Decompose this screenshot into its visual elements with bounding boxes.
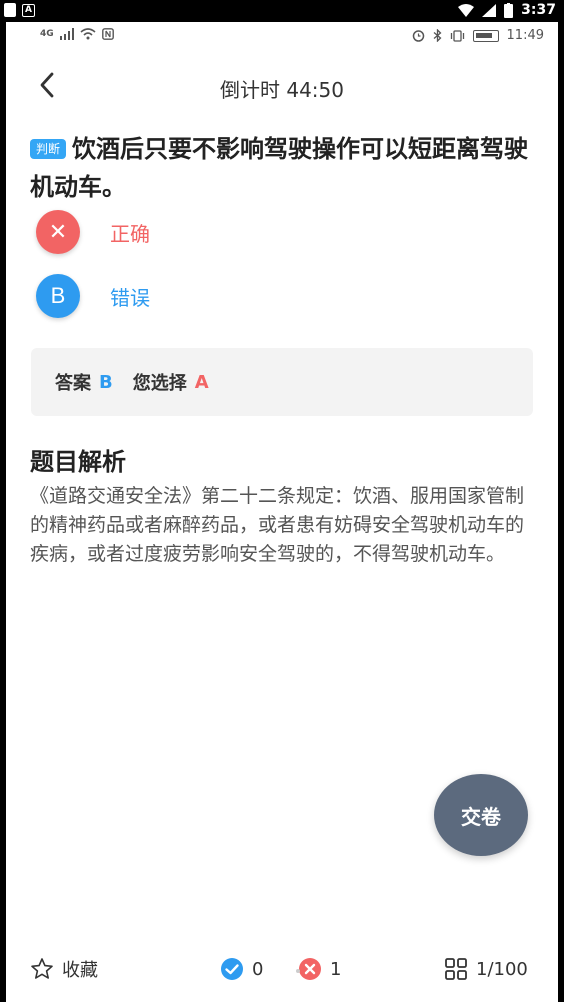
question-grid-button[interactable]: 1/100 [444,952,528,986]
chosen-answer-value: A [194,371,209,393]
header: 倒计时 44:50 [6,66,558,106]
submit-exam-button[interactable]: 交卷 [434,774,528,856]
battery-icon [472,29,499,42]
app-screen: 4G 11:49 倒计时 44:50 判断 饮酒后只要不影响驾驶操作可以短距离驾… [6,22,558,1002]
wrong-mark-icon: ✕ [36,210,80,254]
question-text-block: 判断 饮酒后只要不影响驾驶操作可以短距离驾驶机动车。 [30,130,540,206]
favorite-label: 收藏 [62,960,98,981]
network-label: 4G [40,29,54,39]
x-circle-icon [296,958,321,980]
signal-icon [482,3,497,17]
screen: A 3:37 4G 11:49 倒计时 44:50 判断 饮酒后只要不影响驾驶操… [0,0,564,1002]
answer-label: 答案 [55,373,91,394]
option-label: 错误 [110,285,150,310]
analysis-title: 题目解析 [30,448,126,476]
option-correct[interactable]: ✕ 正确 [36,209,336,255]
wifi-icon [80,28,96,40]
alarm-icon [412,30,424,42]
countdown-timer: 倒计时 44:50 [220,78,344,102]
question-text: 饮酒后只要不影响驾驶操作可以短距离驾驶机动车。 [30,135,529,201]
app-notification-icon: A [22,3,35,17]
star-icon [31,958,53,979]
question-type-badge: 判断 [30,139,67,159]
cell-signal-icon [59,28,74,40]
nfc-icon [101,28,114,40]
battery-icon [504,2,514,18]
wrong-count[interactable]: 1 [296,952,341,986]
vibrate-icon [450,29,464,42]
app-status-time: 11:49 [506,28,544,43]
favorite-button[interactable]: 收藏 [30,952,98,986]
correct-count[interactable]: 0 [220,952,263,986]
bottom-toolbar: 收藏 0 1 1/100 [6,952,558,986]
progress-label: 1/100 [476,958,528,980]
wifi-icon [458,3,475,17]
bluetooth-icon [433,29,441,42]
correct-answer-value: B [99,371,113,393]
system-time: 3:37 [521,2,556,18]
system-status-bar: A 3:37 [0,0,564,22]
notification-icon [4,3,16,17]
chosen-label: 您选择 [132,373,187,394]
option-wrong[interactable]: B 错误 [36,273,336,319]
wrong-count-value: 1 [330,958,342,980]
grid-icon [445,958,467,980]
correct-count-value: 0 [252,958,264,980]
option-label: 正确 [110,221,150,246]
answer-summary: 答案 B 您选择 A [31,348,533,416]
check-circle-icon [221,958,243,980]
option-letter-badge: B [36,274,80,318]
analysis-text: 《道路交通安全法》第二十二条规定：饮酒、服用国家管制的精神药品或者麻醉药品，或者… [30,485,525,565]
app-status-bar: 4G 11:49 [6,22,558,52]
